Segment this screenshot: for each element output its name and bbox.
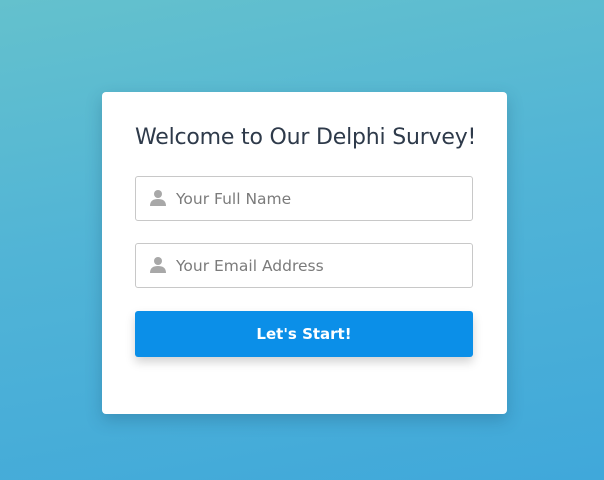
- full-name-input[interactable]: [176, 177, 466, 220]
- full-name-field[interactable]: [135, 176, 473, 221]
- user-icon: [150, 257, 166, 273]
- user-icon: [150, 190, 166, 206]
- email-field[interactable]: [135, 243, 473, 288]
- survey-card: Welcome to Our Delphi Survey! Let's Star…: [102, 92, 507, 414]
- page-title: Welcome to Our Delphi Survey!: [135, 125, 477, 150]
- email-input[interactable]: [176, 244, 466, 287]
- start-button[interactable]: Let's Start!: [135, 311, 473, 357]
